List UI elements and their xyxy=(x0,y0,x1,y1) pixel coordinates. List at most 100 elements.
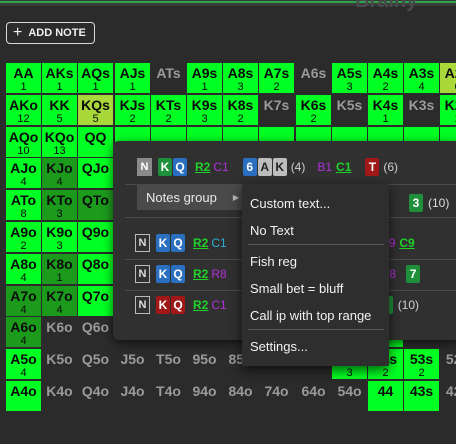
hand-cell[interactable]: A5s 3 xyxy=(332,63,368,94)
hand-cell[interactable]: A7s 2 xyxy=(259,63,295,94)
hand-cell[interactable]: QQ xyxy=(78,127,114,158)
add-note-button[interactable]: + ADD NOTE xyxy=(6,22,95,44)
hand-cell[interactable]: 64o xyxy=(296,381,332,412)
hand-cell[interactable]: K8o 1 xyxy=(42,254,78,285)
hand-count: 1 xyxy=(440,114,456,125)
hand-label: KTo xyxy=(46,192,73,208)
hand-cell[interactable]: T5o xyxy=(151,349,187,380)
hand-cell[interactable]: K2s1 xyxy=(440,95,456,126)
hand-cell[interactable]: 52s xyxy=(440,349,456,380)
hand-cell[interactable]: K9o 3 xyxy=(42,222,78,253)
hand-cell[interactable]: QTo xyxy=(78,190,114,221)
hand-cell[interactable]: K8s 2 xyxy=(223,95,259,126)
notes-group-menu-item[interactable]: Notes group ▶ xyxy=(137,184,243,210)
hand-cell[interactable]: J5o xyxy=(115,349,151,380)
action-tag: C9 xyxy=(399,236,415,250)
hand-cell[interactable]: 74o xyxy=(259,381,295,412)
hand-cell[interactable]: K7o 4 xyxy=(42,286,78,317)
menu-item-settings[interactable]: Settings... xyxy=(250,339,386,354)
hand-cell[interactable]: A8o 4 xyxy=(6,254,42,285)
hand-cell[interactable]: K7s xyxy=(259,95,295,126)
card: K xyxy=(272,158,287,176)
hand-cell[interactable]: A5o 4 xyxy=(6,349,42,380)
menu-item-call-ip-top-range[interactable]: Call ip with top range xyxy=(250,308,386,323)
hand-cell[interactable]: A2s6 xyxy=(440,63,456,94)
hand-cell[interactable]: Q6o xyxy=(78,317,114,348)
hand-label: A6o xyxy=(10,319,37,335)
hand-count: 1 xyxy=(20,81,27,93)
hand-cell[interactable]: A6s xyxy=(296,63,332,94)
hand-label: AKs xyxy=(45,65,74,81)
hand-count: 1 xyxy=(201,81,208,93)
hand-label: A5s xyxy=(336,65,363,81)
hand-cell[interactable]: AQs 1 xyxy=(78,63,114,94)
hand-cell[interactable]: KJo 4 xyxy=(42,158,78,189)
hand-cell[interactable]: ATs xyxy=(151,63,187,94)
hand-cell[interactable]: AKs 1 xyxy=(42,63,78,94)
hand-cell[interactable]: K9s 3 xyxy=(187,95,223,126)
hand-count: 4 xyxy=(20,367,27,379)
menu-item-fish-reg[interactable]: Fish reg xyxy=(250,254,386,269)
hand-cell[interactable]: K3s xyxy=(404,95,440,126)
hand-cell[interactable]: Q5o xyxy=(78,349,114,380)
hand-cell[interactable]: 95o xyxy=(187,349,223,380)
menu-item-no-text[interactable]: No Text xyxy=(250,223,386,238)
hand-count: 4 xyxy=(56,176,63,188)
hand-cell[interactable]: 94o xyxy=(187,381,223,412)
hand-cell[interactable]: Q7o xyxy=(78,286,114,317)
hand-cell[interactable]: A7o 4 xyxy=(6,286,42,317)
hand-cell[interactable]: KQo 13 xyxy=(42,127,78,158)
hand-cell[interactable]: A3s 4 xyxy=(404,63,440,94)
hand-cell[interactable]: 44 xyxy=(368,381,404,412)
hand-cell[interactable]: 84o xyxy=(223,381,259,412)
hand-cell[interactable]: AJs 1 xyxy=(115,63,151,94)
hand-count: 2 xyxy=(20,240,27,252)
card: Q xyxy=(171,234,185,252)
hand-cell[interactable]: A9s 1 xyxy=(187,63,223,94)
hand-cell[interactable]: A8s 3 xyxy=(223,63,259,94)
count-label: (6) xyxy=(383,160,399,174)
hand-cell[interactable]: 53s 2 xyxy=(404,349,440,380)
hand-cell[interactable]: AQo 10 xyxy=(6,127,42,158)
hand-cell[interactable]: K5s xyxy=(332,95,368,126)
hand-cell[interactable]: KK 5 xyxy=(42,95,78,126)
hand-cell[interactable]: Q8o xyxy=(78,254,114,285)
hand-cell[interactable]: ATo 8 xyxy=(6,190,42,221)
count-label: (10) xyxy=(397,298,420,312)
hand-cell[interactable]: KQs 5 xyxy=(78,95,114,126)
hand-cell[interactable]: A9o 2 xyxy=(6,222,42,253)
hand-cell[interactable]: K4o xyxy=(42,381,78,412)
hand-cell[interactable]: K5o xyxy=(42,349,78,380)
hand-count: 13 xyxy=(53,145,66,157)
hand-cell[interactable]: 43s xyxy=(404,381,440,412)
hand-cell[interactable]: A4s 2 xyxy=(368,63,404,94)
hand-cell[interactable]: KTo 3 xyxy=(42,190,78,221)
notes-group-submenu: Custom text... No Text Fish reg Small be… xyxy=(242,184,389,366)
hand-count: 4 xyxy=(418,81,425,93)
hand-cell[interactable]: AA 1 xyxy=(6,63,42,94)
hand-cell[interactable]: 42s xyxy=(440,381,456,412)
action-tag: B1 xyxy=(317,160,333,174)
hand-cell[interactable]: KTs 2 xyxy=(151,95,187,126)
action-tag: R8 xyxy=(211,267,227,281)
hand-cell[interactable]: J4o xyxy=(115,381,151,412)
hand-cell[interactable]: 54o xyxy=(332,381,368,412)
note-row-1[interactable]: N K Q R2 C1 6 A K (4) B1 C1 T (6) xyxy=(113,152,456,182)
menu-item-small-bet-bluff[interactable]: Small bet = bluff xyxy=(250,281,386,296)
hand-cell[interactable]: KJs 2 xyxy=(115,95,151,126)
hand-cell[interactable]: K4s 1 xyxy=(368,95,404,126)
hand-cell[interactable]: QJo xyxy=(78,158,114,189)
hand-cell[interactable]: A4o xyxy=(6,381,42,412)
hand-cards: K Q xyxy=(156,234,185,252)
hand-cell[interactable]: Q4o xyxy=(78,381,114,412)
menu-item-custom-text[interactable]: Custom text... xyxy=(250,196,386,211)
hand-cell[interactable]: AJo 4 xyxy=(6,158,42,189)
hand-label: KK xyxy=(49,97,70,113)
hand-cell[interactable]: T4o xyxy=(151,381,187,412)
hand-cell[interactable]: A6o 4 xyxy=(6,317,42,348)
hand-cell[interactable]: K6s 2 xyxy=(296,95,332,126)
hand-cell[interactable]: K6o xyxy=(42,317,78,348)
hand-cell[interactable]: AKo 12 xyxy=(6,95,42,126)
card: 7 xyxy=(406,265,421,283)
hand-cell[interactable]: Q9o xyxy=(78,222,114,253)
